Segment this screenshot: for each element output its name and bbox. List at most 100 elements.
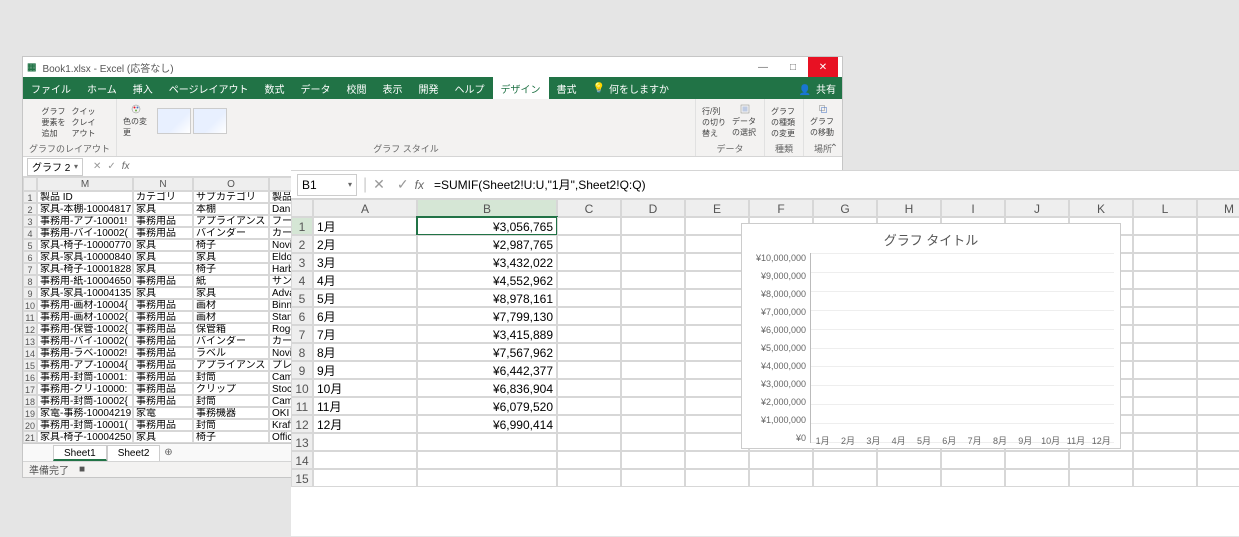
row-header[interactable]: 7 <box>23 263 37 275</box>
cell[interactable]: アプライアンス <box>193 359 269 371</box>
column-header[interactable]: F <box>749 199 813 217</box>
cell[interactable]: ¥6,442,377 <box>417 361 557 379</box>
cell[interactable] <box>557 415 621 433</box>
name-box[interactable]: B1▾ <box>297 174 357 196</box>
cell[interactable] <box>1197 217 1239 235</box>
cell[interactable]: 家具-椅子-10004250 <box>37 431 133 443</box>
cell[interactable] <box>749 451 813 469</box>
cell[interactable]: 3月 <box>313 253 417 271</box>
chart-object[interactable]: グラフ タイトル ¥10,000,000¥9,000,000¥8,000,000… <box>741 223 1121 449</box>
column-header[interactable]: K <box>1069 199 1133 217</box>
cell[interactable] <box>313 469 417 487</box>
cell[interactable] <box>685 379 749 397</box>
cell[interactable]: 椅子 <box>193 431 269 443</box>
cell[interactable]: 11月 <box>313 397 417 415</box>
cell[interactable]: 家具 <box>133 239 193 251</box>
cell[interactable]: 家具 <box>133 431 193 443</box>
change-colors-button[interactable]: 色の変更 <box>123 104 149 138</box>
cell[interactable]: ¥7,567,962 <box>417 343 557 361</box>
row-header[interactable]: 9 <box>291 361 313 379</box>
cell[interactable] <box>1133 343 1197 361</box>
cell[interactable] <box>1133 433 1197 451</box>
cell[interactable] <box>621 415 685 433</box>
cell[interactable]: バインダー <box>193 335 269 347</box>
cell[interactable] <box>621 307 685 325</box>
cell[interactable] <box>557 307 621 325</box>
cell[interactable]: ¥3,056,765 <box>417 217 557 235</box>
cell[interactable]: 事務用品 <box>133 323 193 335</box>
row-header[interactable]: 1 <box>23 191 37 203</box>
cell[interactable]: 6月 <box>313 307 417 325</box>
ribbon-tab[interactable]: ホーム <box>79 77 125 99</box>
cell[interactable] <box>1133 451 1197 469</box>
cell[interactable]: 事務用品 <box>133 419 193 431</box>
cell[interactable] <box>1069 469 1133 487</box>
cell[interactable] <box>1133 271 1197 289</box>
column-header[interactable]: M <box>1197 199 1239 217</box>
cell[interactable] <box>1133 325 1197 343</box>
cell[interactable]: 事務用-画材-10004{ <box>37 299 133 311</box>
cell[interactable] <box>685 433 749 451</box>
add-sheet-button[interactable]: ⊕ <box>160 447 176 458</box>
cell[interactable]: 家具-椅子-10001828 <box>37 263 133 275</box>
name-box[interactable]: グラフ 2▾ <box>27 158 83 176</box>
cell[interactable] <box>685 469 749 487</box>
row-header[interactable]: 21 <box>23 431 37 443</box>
macro-record-icon[interactable]: ■ <box>79 464 85 475</box>
cell[interactable]: 本棚 <box>193 203 269 215</box>
cell[interactable] <box>685 271 749 289</box>
cancel-formula-icon[interactable]: ✕ <box>373 176 385 193</box>
cell[interactable]: 事務用品 <box>133 227 193 239</box>
formula-bar[interactable] <box>430 176 1239 194</box>
cell[interactable] <box>1133 415 1197 433</box>
cell[interactable]: 事務用品 <box>133 347 193 359</box>
cell[interactable]: 封筒 <box>193 371 269 383</box>
chart-style-thumb[interactable] <box>193 108 227 134</box>
enter-formula-icon[interactable]: ✓ <box>107 161 115 172</box>
cell[interactable]: 事務用-保管-10002{ <box>37 323 133 335</box>
cell[interactable]: 事務用-封筒-10002{ <box>37 395 133 407</box>
cell[interactable]: 保管箱 <box>193 323 269 335</box>
cell[interactable]: 事務用-アプ-10004{ <box>37 359 133 371</box>
row-header[interactable]: 17 <box>23 383 37 395</box>
column-header[interactable]: D <box>621 199 685 217</box>
cell[interactable]: 7月 <box>313 325 417 343</box>
cell[interactable] <box>813 469 877 487</box>
cell[interactable]: 事務用品 <box>133 395 193 407</box>
cell[interactable]: 家電-事務-10004219 <box>37 407 133 419</box>
cell[interactable]: カテゴリ <box>133 191 193 203</box>
cell[interactable] <box>557 343 621 361</box>
cell[interactable]: 12月 <box>313 415 417 433</box>
cell[interactable] <box>1069 451 1133 469</box>
cell[interactable] <box>685 361 749 379</box>
column-header[interactable]: J <box>1005 199 1069 217</box>
cell[interactable] <box>685 253 749 271</box>
cell[interactable] <box>1197 433 1239 451</box>
cell[interactable]: 2月 <box>313 235 417 253</box>
cell[interactable] <box>685 451 749 469</box>
row-header[interactable]: 3 <box>23 215 37 227</box>
row-header[interactable]: 11 <box>23 311 37 323</box>
row-header[interactable]: 2 <box>23 203 37 215</box>
ribbon-tab[interactable]: データ <box>293 77 339 99</box>
ribbon-tab[interactable]: ヘルプ <box>447 77 493 99</box>
cell[interactable] <box>621 325 685 343</box>
cell[interactable]: 椅子 <box>193 263 269 275</box>
cell[interactable] <box>1133 253 1197 271</box>
cell[interactable] <box>1197 415 1239 433</box>
cell[interactable] <box>1197 451 1239 469</box>
cell[interactable]: 事務用品 <box>133 299 193 311</box>
column-header[interactable]: I <box>941 199 1005 217</box>
row-header[interactable]: 15 <box>291 469 313 487</box>
cell[interactable]: 事務用-封筒-10001( <box>37 419 133 431</box>
cell[interactable]: バインダー <box>193 227 269 239</box>
row-header[interactable]: 13 <box>291 433 313 451</box>
chart-style-thumb[interactable] <box>157 108 191 134</box>
row-header[interactable]: 15 <box>23 359 37 371</box>
ribbon-tab[interactable]: 書式 <box>549 77 585 99</box>
cell[interactable] <box>685 235 749 253</box>
cell[interactable] <box>941 451 1005 469</box>
cell[interactable] <box>685 217 749 235</box>
cell[interactable]: 家具 <box>133 263 193 275</box>
cell[interactable] <box>557 451 621 469</box>
